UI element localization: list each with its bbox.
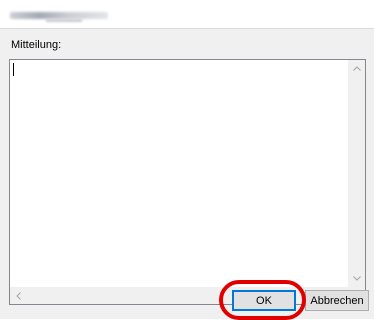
title-bar [0, 0, 374, 28]
ok-button[interactable]: OK [232, 290, 296, 311]
message-dialog: Mitteilung: OK Abbrechen [0, 0, 374, 320]
message-textarea[interactable] [9, 59, 366, 305]
message-label: Mitteilung: [11, 39, 62, 51]
dialog-body: Mitteilung: OK Abbrechen [0, 28, 374, 320]
horizontal-scrollbar[interactable] [10, 287, 348, 304]
chevron-down-icon[interactable] [348, 270, 365, 287]
blurred-title-underline [46, 19, 82, 22]
cancel-button[interactable]: Abbrechen [305, 290, 369, 311]
chevron-up-icon[interactable] [348, 60, 365, 77]
blurred-title-text [10, 12, 108, 19]
chevron-left-icon[interactable] [10, 287, 27, 304]
vertical-scrollbar[interactable] [348, 60, 365, 287]
text-caret [13, 63, 14, 76]
